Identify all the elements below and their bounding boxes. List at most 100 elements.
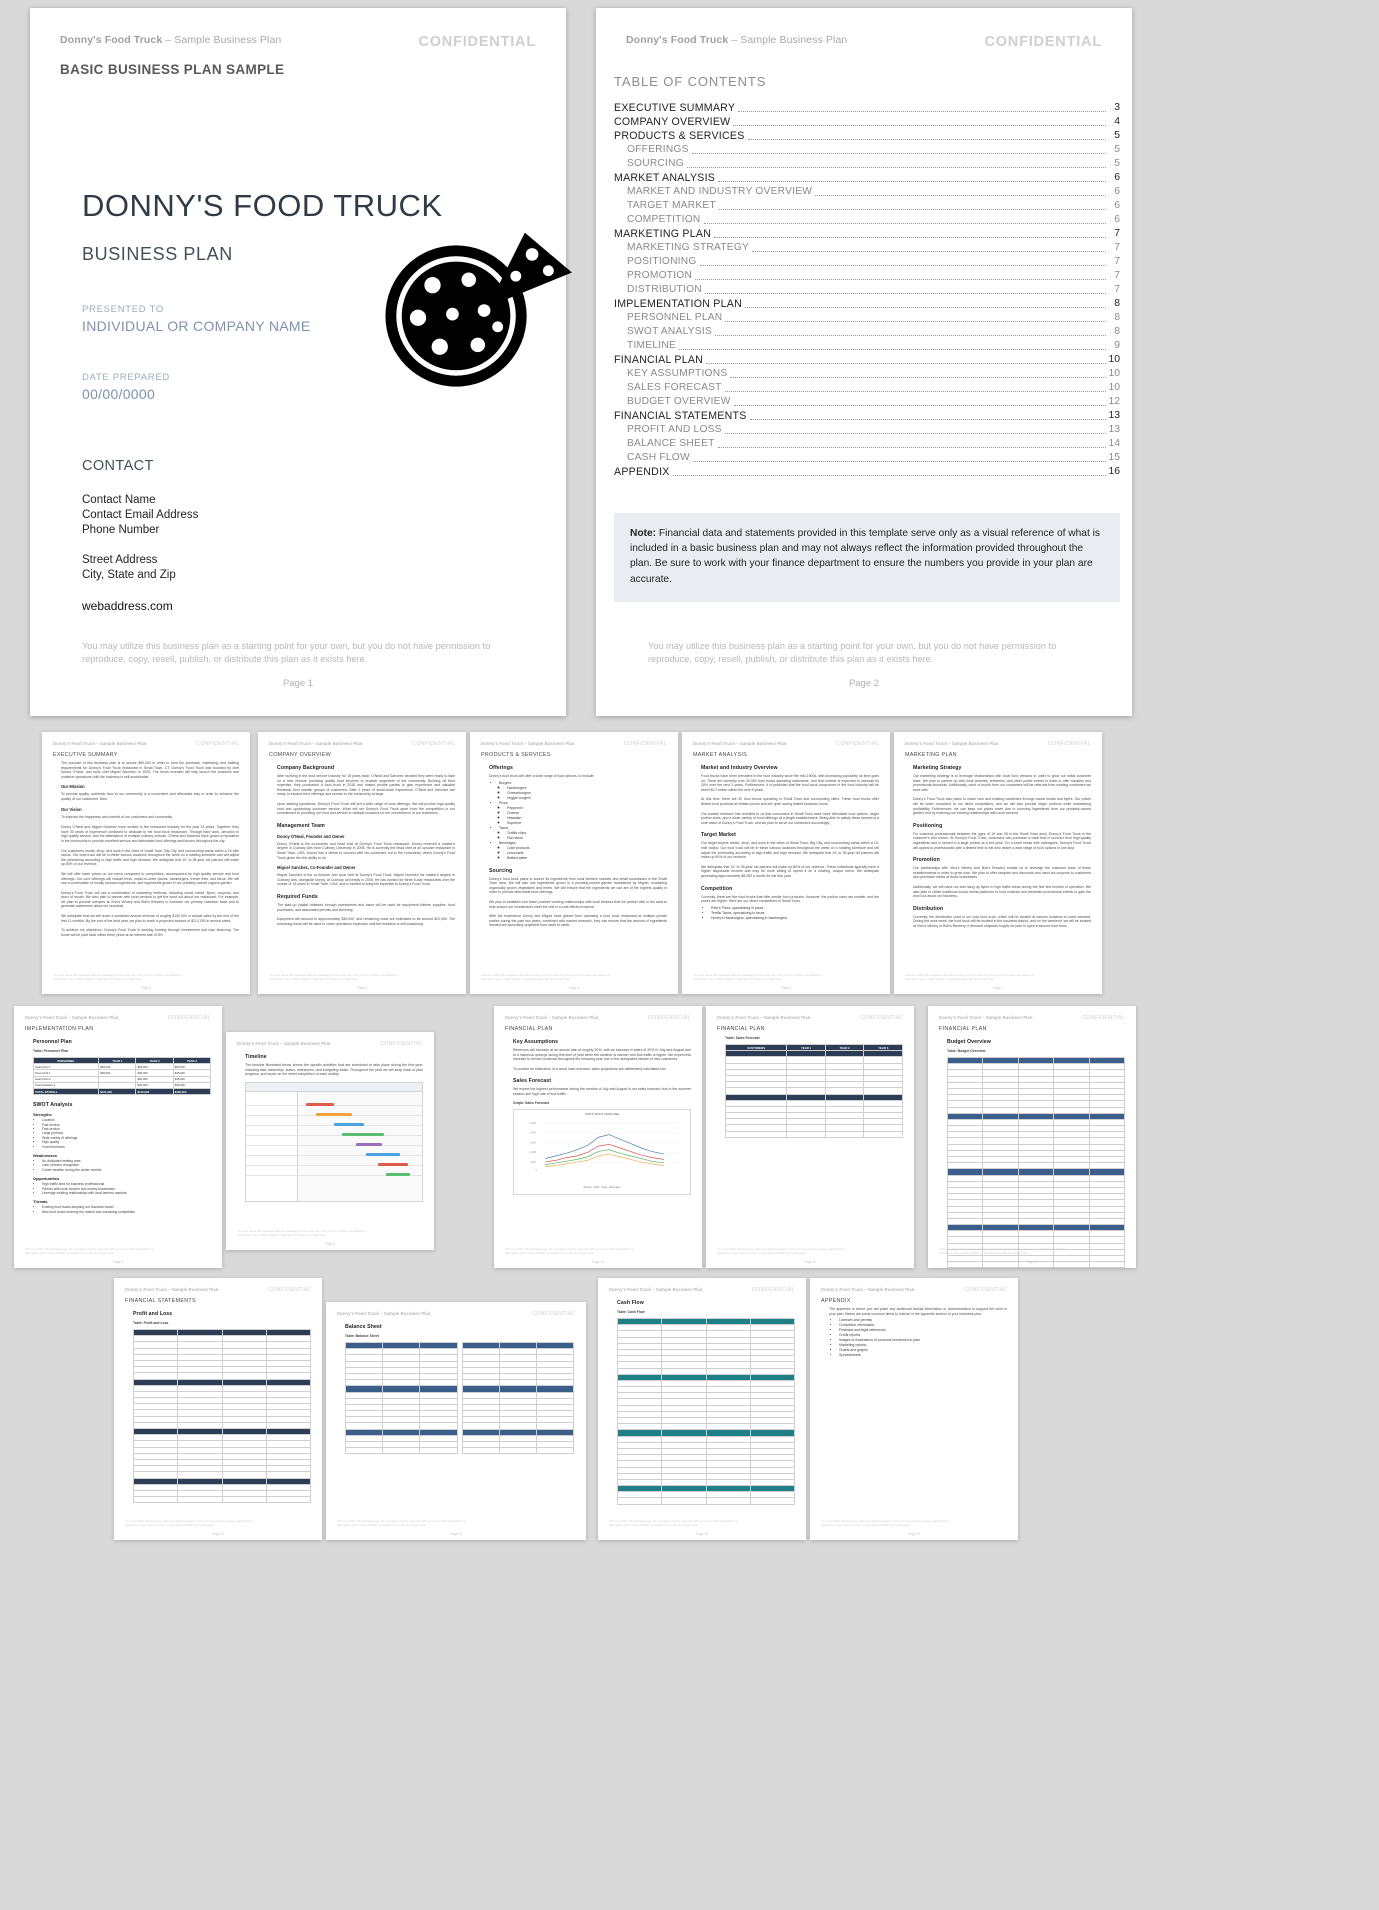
section-title: MARKETING PLAN [905, 752, 957, 758]
date-prepared-block: DATE PREPARED 00/00/0000 [82, 372, 170, 402]
toc-entry[interactable]: BUDGET OVERVIEW 12 [614, 395, 1120, 409]
toc-entry[interactable]: COMPETITION 6 [614, 213, 1120, 227]
paragraph: The timeline illustrated below shows the… [245, 1063, 423, 1077]
disclaimer: You may utilize this business plan as a … [821, 1519, 950, 1528]
toc-entry[interactable]: MARKET ANALYSIS 6 [614, 171, 1120, 185]
toc-entry[interactable]: BALANCE SHEET 14 [614, 437, 1120, 451]
thumbnail-page-12[interactable]: Donny's Food Truck – Sample Business Pla… [928, 1006, 1136, 1268]
toc-entry[interactable]: SWOT ANALYSIS 8 [614, 325, 1120, 339]
toc-entry[interactable]: PROFIT AND LOSS 13 [614, 423, 1120, 437]
thumbnail-page-9[interactable]: Donny's Food Truck – Sample Business Pla… [226, 1032, 434, 1250]
section-title: PRODUCTS & SERVICES [481, 752, 551, 758]
paragraph: Currently, there are five food trucks th… [701, 894, 879, 904]
toc-entry-page: 6 [1114, 186, 1120, 197]
toc-entry[interactable]: TIMELINE 9 [614, 339, 1120, 353]
toc-leader-dots [724, 433, 1106, 434]
subheading: Market and Industry Overview [701, 765, 778, 771]
swot-category: Weaknesses [33, 1152, 57, 1158]
thumbnail-page-11[interactable]: Donny's Food Truck – Sample Business Pla… [706, 1006, 914, 1268]
toc-entry[interactable]: POSITIONING 7 [614, 255, 1120, 269]
toc-entry[interactable]: TARGET MARKET 6 [614, 199, 1120, 213]
paragraph: To improve the happiness and comfort of … [61, 814, 173, 819]
paragraph: We expect the highest performance during… [513, 1087, 691, 1096]
toc-entry[interactable]: OFFERINGS 5 [614, 143, 1120, 157]
web-address[interactable]: webaddress.com [82, 599, 173, 613]
running-header: Donny's Food Truck – Sample Business Pla… [60, 34, 536, 50]
toc-entry[interactable]: APPENDIX 16 [614, 465, 1120, 479]
paragraph: Donny's Food Truck will use a combinatio… [61, 890, 239, 909]
toc-entry[interactable]: DISTRIBUTION 7 [614, 283, 1120, 297]
toc-entry[interactable]: SALES FORECAST 10 [614, 381, 1120, 395]
paragraph: Equipment will amount to approximately $… [277, 917, 455, 926]
toc-entry[interactable]: EXECUTIVE SUMMARY 3 [614, 101, 1120, 115]
confidential-label: CONFIDENTIAL [1048, 741, 1091, 747]
toc-leader-dots [714, 237, 1106, 238]
toc-entry[interactable]: KEY ASSUMPTIONS 10 [614, 367, 1120, 381]
table-row [132, 1496, 312, 1504]
page-1[interactable]: Donny's Food Truck – Sample Business Pla… [30, 8, 572, 716]
page-number: Page 15 [696, 1532, 708, 1536]
table-caption: Table: Sales Forecast [725, 1036, 760, 1040]
thumbnail-page-6[interactable]: Donny's Food Truck – Sample Business Pla… [682, 732, 890, 994]
thumbnail-page-5[interactable]: Donny's Food Truck – Sample Business Pla… [470, 732, 678, 994]
toc-entry[interactable]: PERSONNEL PLAN 8 [614, 311, 1120, 325]
screenshot-canvas: Donny's Food Truck – Sample Business Pla… [0, 0, 1379, 1910]
toc-entry[interactable]: MARKET AND INDUSTRY OVERVIEW 6 [614, 185, 1120, 199]
toc-leader-dots [725, 321, 1106, 322]
toc-leader-dots [691, 153, 1106, 154]
gantt-chart-image [245, 1081, 423, 1202]
disclaimer: You may utilize this business plan as a … [939, 1247, 1068, 1256]
thumbnail-page-3[interactable]: Donny's Food Truck – Sample Business Pla… [42, 732, 250, 994]
running-header-left: Donny's Food Truck – Sample Business Pla… [269, 741, 363, 746]
toc-entry[interactable]: MARKETING STRATEGY 7 [614, 241, 1120, 255]
confidential-label: CONFIDENTIAL [836, 741, 879, 747]
thumbnail-page-7[interactable]: Donny's Food Truck – Sample Business Pla… [894, 732, 1102, 994]
confidential-label: CONFIDENTIAL [196, 741, 239, 747]
offerings-list: BurgersHamburgersCheeseburgersVeggie bur… [489, 781, 667, 861]
toc-entry-page: 13 [1108, 410, 1120, 421]
svg-text:2,000: 2,000 [529, 1130, 536, 1134]
thumbnail-page-4[interactable]: Donny's Food Truck – Sample Business Pla… [258, 732, 466, 994]
thumbnail-page-13[interactable]: Donny's Food Truck – Sample Business Pla… [114, 1278, 322, 1540]
subheading: Our Mission [61, 784, 85, 790]
person-name: Miguel Sanchez, Co-Founder and Owner [277, 865, 356, 871]
toc-entry[interactable]: PROMOTION 7 [614, 269, 1120, 283]
toc-entry[interactable]: MARKETING PLAN 7 [614, 227, 1120, 241]
disclaimer-line-1: You may utilize this business plan as a … [648, 641, 1057, 651]
running-header-left: Donny's Food Truck – Sample Business Pla… [53, 741, 147, 746]
toc-entry[interactable]: FINANCIAL PLAN 10 [614, 353, 1120, 367]
list-item: Honey's Hamburgers, specializing in hamb… [711, 916, 879, 921]
toc-entry[interactable]: COMPANY OVERVIEW 4 [614, 115, 1120, 129]
thumbnail-page-14[interactable]: Donny's Food Truck – Sample Business Pla… [326, 1302, 586, 1540]
table-cell [705, 1497, 751, 1505]
section-title: FINANCIAL PLAN [939, 1026, 987, 1032]
paragraph: With the experience Donny and Miguel hav… [489, 914, 667, 928]
toc-entry[interactable]: CASH FLOW 15 [614, 451, 1120, 465]
toc-entry-label: IMPLEMENTATION PLAN [614, 298, 742, 310]
subheading: Company Background [277, 765, 335, 771]
toc-entry[interactable]: PRODUCTS & SERVICES 5 [614, 129, 1120, 143]
disclaimer-line-2: reproduce, copy, resell, publish, or dis… [82, 653, 368, 664]
thumbnail-page-10[interactable]: Donny's Food Truck – Sample Business Pla… [494, 1006, 702, 1268]
paragraph: Food trucks have been prevalent in the f… [701, 774, 879, 792]
paragraph: The purpose of this business plan is to … [61, 761, 239, 779]
thumbnail-page-15[interactable]: Donny's Food Truck – Sample Business Pla… [598, 1278, 806, 1540]
section-title: APPENDIX [821, 1298, 851, 1304]
page-2[interactable]: Donny's Food Truck – Sample Business Pla… [596, 8, 1132, 716]
confidential-label: CONFIDENTIAL [418, 34, 536, 50]
thumbnail-page-16[interactable]: Donny's Food Truck – Sample Business Pla… [810, 1278, 1018, 1540]
paragraph: Miguel Sanchez is the co-founder and sou… [277, 873, 455, 887]
subheading: Marketing Strategy [913, 765, 962, 771]
subheading: Sales Forecast [513, 1078, 552, 1085]
table-caption: Table: Budget Overview [947, 1049, 986, 1053]
paragraph: Donny's food truck will offer a wide ran… [489, 774, 595, 778]
paragraph: For business professionals between the a… [913, 831, 1091, 850]
toc-entry[interactable]: SOURCING 5 [614, 157, 1120, 171]
toc-entry-page: 7 [1114, 270, 1120, 281]
paragraph: Our market research has revealed to us t… [701, 811, 879, 825]
table-cell [661, 1497, 707, 1505]
toc-entry[interactable]: IMPLEMENTATION PLAN 8 [614, 297, 1120, 311]
thumbnail-page-8[interactable]: Donny's Food Truck – Sample Business Pla… [14, 1006, 222, 1268]
toc-entry[interactable]: FINANCIAL STATEMENTS 13 [614, 409, 1120, 423]
svg-text:1,000: 1,000 [529, 1150, 536, 1154]
